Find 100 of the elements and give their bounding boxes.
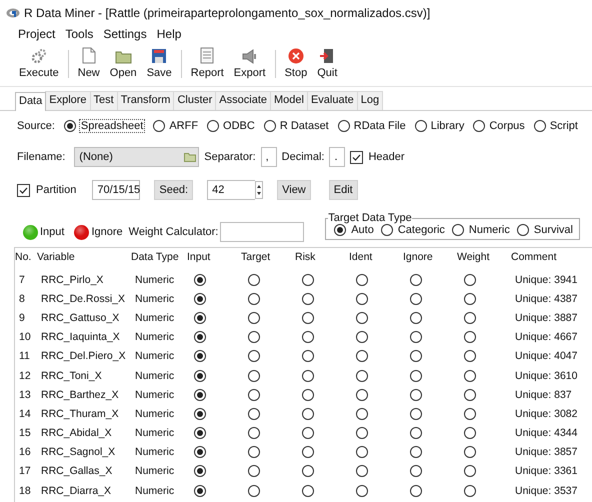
radio-button[interactable] (464, 484, 476, 497)
menu-item[interactable]: Help (152, 27, 186, 41)
tab[interactable]: Model (270, 91, 308, 110)
radio-button[interactable] (452, 224, 464, 236)
radio-button[interactable] (302, 350, 314, 362)
radio-button[interactable] (410, 388, 422, 401)
radio-button[interactable] (248, 274, 260, 286)
radio-button[interactable] (464, 292, 476, 305)
radio-button[interactable] (194, 427, 206, 440)
radio-button[interactable] (356, 484, 368, 497)
column-header[interactable]: Comment (511, 251, 591, 263)
radio-button[interactable] (356, 331, 368, 344)
menu-item[interactable]: Tools (60, 27, 98, 41)
radio-button[interactable] (464, 388, 476, 401)
radio-button[interactable] (302, 274, 314, 286)
radio-button[interactable] (410, 292, 422, 305)
radio-button[interactable] (410, 408, 422, 420)
radio-button[interactable] (410, 484, 422, 497)
view-button[interactable]: View (277, 180, 311, 200)
column-header[interactable]: Data Type (131, 251, 187, 263)
spinner-arrows-icon[interactable] (255, 181, 264, 199)
radio-button[interactable] (410, 312, 422, 324)
radio-button[interactable] (302, 465, 314, 478)
radio-button[interactable] (356, 427, 368, 440)
radio-button[interactable] (248, 408, 260, 420)
radio-button[interactable] (464, 312, 476, 324)
radio-button[interactable] (464, 331, 476, 344)
toolbar-button[interactable]: Execute (14, 44, 64, 82)
edit-button[interactable]: Edit (328, 180, 358, 200)
radio-button[interactable] (356, 370, 368, 382)
tab[interactable]: Transform (116, 91, 174, 110)
toolbar-button[interactable]: Report (186, 44, 229, 82)
menu-item[interactable]: Project (13, 27, 60, 41)
column-header[interactable]: Variable (37, 251, 131, 263)
radio-button[interactable] (302, 370, 314, 382)
radio-button[interactable] (194, 312, 206, 324)
radio-button[interactable] (464, 274, 476, 286)
radio-button[interactable] (356, 292, 368, 305)
tab[interactable]: Associate (215, 91, 271, 110)
radio-button[interactable] (410, 370, 422, 382)
toolbar-button[interactable]: Save (142, 44, 177, 82)
radio-button[interactable] (410, 465, 422, 478)
menu-item[interactable]: Settings (98, 27, 152, 41)
radio-button[interactable] (534, 120, 546, 132)
radio-button[interactable] (464, 350, 476, 362)
tab[interactable]: Test (90, 91, 118, 110)
radio-button[interactable] (302, 484, 314, 497)
radio-button[interactable] (356, 274, 368, 286)
radio-button[interactable] (248, 446, 260, 458)
column-header[interactable]: Weight (457, 251, 511, 263)
tab[interactable]: Explore (45, 91, 91, 110)
tab[interactable]: Data (15, 92, 46, 111)
decimal-field[interactable]: . (329, 147, 346, 167)
radio-button[interactable] (153, 120, 166, 132)
radio-button[interactable] (194, 350, 206, 362)
radio-button[interactable] (356, 408, 368, 420)
radio-button[interactable] (194, 331, 206, 344)
tab[interactable]: Evaluate (306, 91, 358, 110)
checkbox[interactable] (350, 150, 364, 164)
radio-button[interactable] (248, 292, 260, 305)
radio-button[interactable] (194, 274, 206, 286)
toolbar-button[interactable]: Open (104, 44, 142, 82)
radio-button[interactable] (464, 427, 476, 440)
radio-button[interactable] (302, 388, 314, 401)
radio-button[interactable] (248, 484, 260, 497)
column-header[interactable]: Ignore (403, 251, 457, 263)
radio-button[interactable] (194, 446, 206, 458)
radio-button[interactable] (338, 120, 350, 132)
column-header[interactable]: Risk (295, 251, 349, 263)
column-header[interactable]: No. (15, 251, 37, 263)
toolbar-button[interactable]: Quit (312, 44, 342, 82)
radio-button[interactable] (464, 370, 476, 382)
column-header[interactable]: Target (241, 251, 295, 263)
radio-button[interactable] (356, 350, 368, 362)
radio-button[interactable] (194, 465, 206, 478)
radio-button[interactable] (194, 408, 206, 420)
toolbar-button[interactable]: Export (228, 44, 271, 82)
radio-button[interactable] (248, 370, 260, 382)
radio-button[interactable] (356, 312, 368, 324)
radio-button[interactable] (464, 465, 476, 478)
tab[interactable]: Log (356, 91, 384, 110)
radio-button[interactable] (248, 388, 260, 401)
radio-button[interactable] (302, 446, 314, 458)
toolbar-button[interactable]: New (72, 44, 105, 82)
weight-calculator-field[interactable] (220, 222, 304, 242)
radio-button[interactable] (194, 292, 206, 305)
radio-button[interactable] (264, 120, 276, 132)
radio-button[interactable] (194, 370, 206, 382)
radio-button[interactable] (356, 388, 368, 401)
radio-button[interactable] (248, 350, 260, 362)
toolbar-button[interactable]: Stop (280, 44, 312, 82)
radio-button[interactable] (410, 350, 422, 362)
tab[interactable]: Cluster (173, 91, 216, 110)
radio-button[interactable] (302, 312, 314, 324)
radio-button[interactable] (302, 427, 314, 440)
column-header[interactable]: Input (187, 251, 241, 263)
radio-button[interactable] (207, 120, 220, 132)
radio-button[interactable] (248, 312, 260, 324)
radio-button[interactable] (248, 465, 260, 478)
radio-button[interactable] (302, 408, 314, 420)
